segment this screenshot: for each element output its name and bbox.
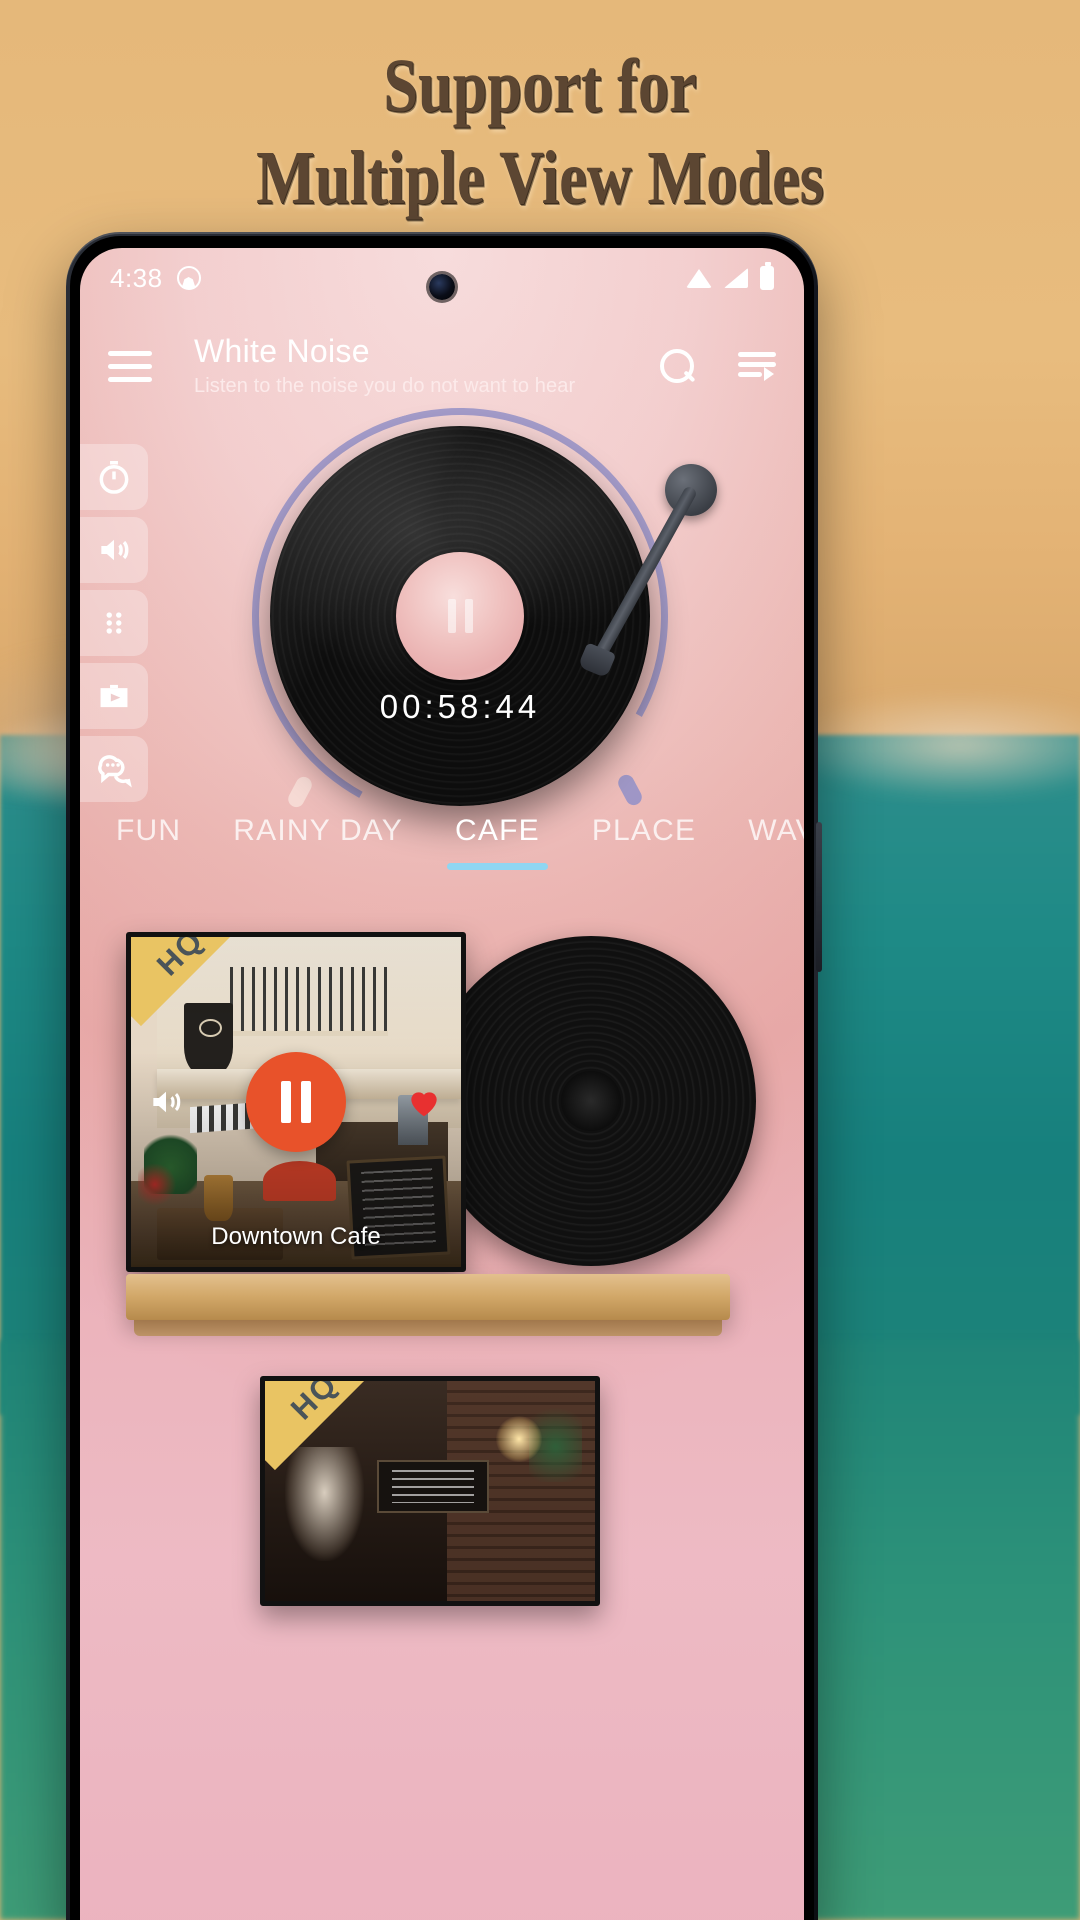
tab-cafe[interactable]: CAFE [429,800,566,870]
app-title-block: White Noise Listen to the noise you do n… [194,334,575,397]
photo2-portrait [284,1447,364,1562]
phone-device: 4:38 White Noise Listen to the noise you… [66,232,822,1920]
wooden-shelf [126,1274,730,1336]
rail-item-timer[interactable] [80,444,148,510]
front-camera [429,274,455,300]
phone-side-key[interactable] [816,822,822,972]
vinyl-center-play-button[interactable] [396,552,524,680]
hamburger-bar [108,376,152,382]
tab-fun[interactable]: FUN [90,800,207,848]
left-rail [80,444,148,809]
promo-headline: Support for Multiple View Modes [97,48,983,216]
phone-bezel: 4:38 White Noise Listen to the noise you… [70,236,814,1920]
tab-place[interactable]: PLACE [566,800,722,848]
headphone-icon [176,266,201,290]
wifi-icon [686,268,712,288]
playlist-icon[interactable] [738,352,776,381]
pause-bar [301,1081,311,1123]
battery-icon [760,262,774,290]
tab-rainy-day[interactable]: RAINY DAY [207,800,429,848]
category-tabs[interactable]: FUN RAINY DAY CAFE PLACE WAVE R [80,800,804,900]
turntable-disc-wrap: 00:58:44 [202,358,718,874]
hamburger-bar [108,350,152,356]
headline-line-1: Support for [383,44,697,128]
pause-bar [464,599,473,633]
timer-icon [99,461,129,494]
card-vinyl-disc [426,936,756,1266]
page-title: White Noise [194,333,370,370]
headline-line-2: Multiple View Modes [256,136,824,220]
card-cover-art[interactable]: HQ Downtown Cafe [126,932,466,1272]
sound-card-downtown-cafe[interactable]: HQ Downtown Cafe [126,926,756,1336]
playlist-line [738,372,762,377]
volume-icon[interactable] [145,1083,187,1121]
playlist-line [738,362,776,367]
playlist-line [738,352,776,357]
turntable: 00:58:44 [80,358,804,874]
playback-timer: 00:58:44 [379,688,541,725]
rail-item-volume[interactable] [80,517,148,583]
pause-bar [447,599,456,633]
phone-screen: 4:38 White Noise Listen to the noise you… [80,248,804,1920]
speaker-icon [101,539,129,561]
pause-bar [281,1081,291,1123]
media-play-icon [100,684,128,708]
page-subtitle: Listen to the noise you do not want to h… [194,374,576,397]
vinyl-record[interactable] [270,426,650,806]
photo2-sign [377,1460,490,1513]
rail-item-media[interactable] [80,663,148,729]
card-play-pause-button[interactable] [246,1052,346,1152]
status-time: 4:38 [110,262,163,293]
status-bar-right [686,262,774,290]
status-bar-left: 4:38 [110,263,201,294]
hamburger-icon[interactable] [108,350,152,382]
rail-item-grid[interactable] [80,590,148,656]
content-scene: HQ Downtown Cafe HQ [80,908,804,1920]
heart-icon[interactable] [403,1083,445,1121]
tab-wave[interactable]: WAVE [722,800,804,848]
signal-icon [724,268,748,288]
header-actions [660,349,776,383]
card-title: Downtown Cafe [211,1223,381,1250]
grid-dots-icon [106,612,122,634]
background-foam-right [780,690,1080,800]
hamburger-bar [108,363,152,369]
app-header: White Noise Listen to the noise you do n… [80,320,804,412]
pause-icon [447,599,473,633]
chat-bubbles-icon [98,755,132,788]
rail-item-chat[interactable] [80,736,148,802]
search-icon[interactable] [660,349,694,383]
sound-card-next[interactable]: HQ [260,1376,600,1606]
